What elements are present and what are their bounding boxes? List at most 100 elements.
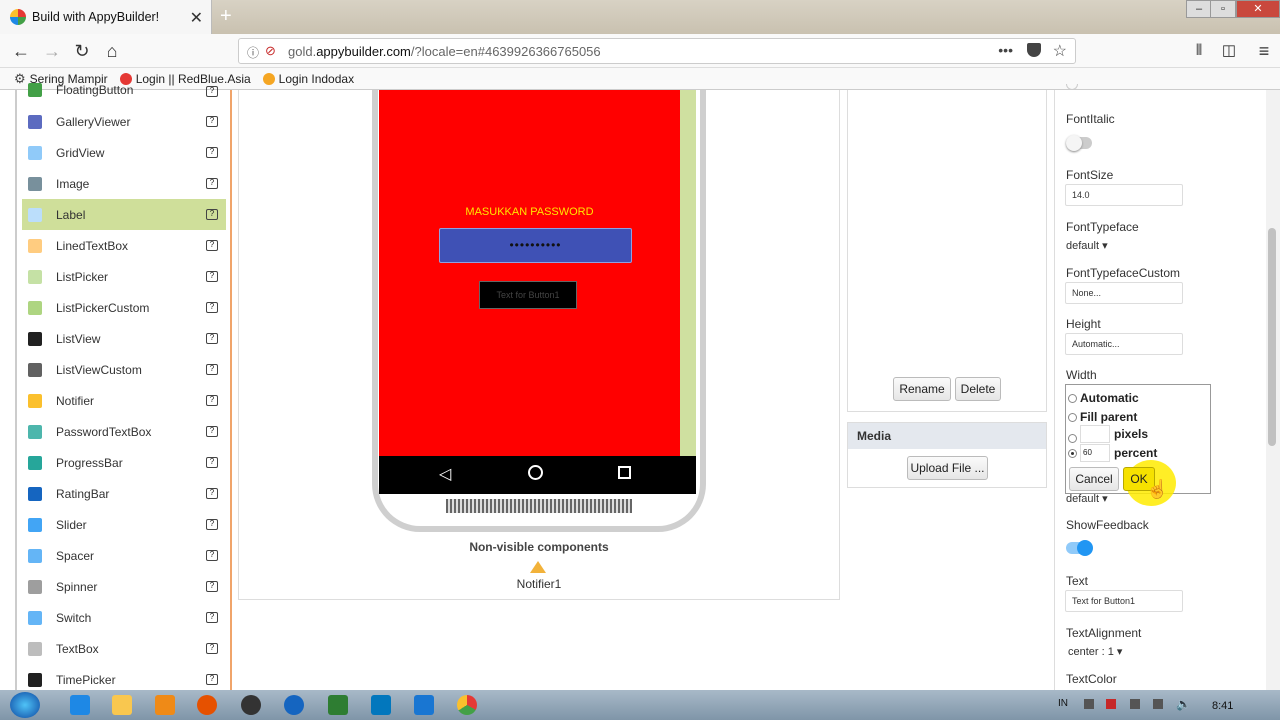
phone-screen[interactable] bbox=[379, 90, 680, 456]
palette-item-ratingbar[interactable]: RatingBar? bbox=[22, 478, 226, 509]
palette-item-passwordtextbox[interactable]: PasswordTextBox? bbox=[22, 416, 226, 447]
palette-item-floatingbutton[interactable]: FloatingButton? bbox=[22, 76, 226, 104]
media-player-icon[interactable] bbox=[155, 695, 175, 715]
help-icon[interactable]: ? bbox=[206, 457, 218, 468]
palette-item-spinner[interactable]: Spinner? bbox=[22, 571, 226, 602]
show-feedback-toggle[interactable] bbox=[1066, 540, 1093, 556]
cancel-button[interactable]: Cancel bbox=[1069, 467, 1119, 491]
upload-file-button[interactable]: Upload File ... bbox=[907, 456, 988, 480]
recorder-icon[interactable] bbox=[241, 695, 261, 715]
network-icon[interactable] bbox=[1153, 699, 1163, 709]
forward-icon[interactable]: → bbox=[41, 40, 63, 62]
font-size-input[interactable]: 14.0 bbox=[1065, 184, 1183, 206]
radio-automatic[interactable] bbox=[1068, 393, 1077, 403]
palette-item-listpicker[interactable]: ListPicker? bbox=[22, 261, 226, 292]
minimize-button[interactable]: – bbox=[1186, 0, 1212, 18]
palette-item-progressbar[interactable]: ProgressBar? bbox=[22, 447, 226, 478]
width-percent-option[interactable]: 60 percent bbox=[1068, 444, 1157, 462]
text-input[interactable]: Text for Button1 bbox=[1065, 590, 1183, 612]
percent-input[interactable]: 60 bbox=[1080, 444, 1110, 462]
reload-icon[interactable]: ↻ bbox=[71, 40, 93, 62]
radio-pixels[interactable] bbox=[1068, 434, 1077, 443]
bluetooth-icon[interactable] bbox=[284, 695, 304, 715]
width-automatic-option[interactable]: Automatic bbox=[1068, 391, 1139, 405]
sidebar-icon[interactable]: ◫ bbox=[1218, 40, 1240, 62]
tray-icon[interactable] bbox=[1130, 699, 1140, 709]
palette-item-slider[interactable]: Slider? bbox=[22, 509, 226, 540]
url-bar[interactable]: ⓘ ⊘ gold.appybuilder.com/?locale=en#4639… bbox=[238, 38, 1076, 64]
palette-item-gridview[interactable]: GridView? bbox=[22, 137, 226, 168]
home-icon[interactable]: ⌂ bbox=[101, 40, 123, 62]
help-icon[interactable]: ? bbox=[206, 271, 218, 282]
explorer-icon[interactable] bbox=[112, 695, 132, 715]
palette-item-galleryviewer[interactable]: GalleryViewer? bbox=[22, 106, 226, 137]
help-icon[interactable]: ? bbox=[206, 426, 218, 437]
help-icon[interactable]: ? bbox=[206, 147, 218, 158]
delete-button[interactable]: Delete bbox=[955, 377, 1001, 401]
word-icon[interactable] bbox=[414, 695, 434, 715]
width-fillparent-option[interactable]: Fill parent bbox=[1068, 410, 1137, 424]
maximize-button[interactable]: ▫ bbox=[1210, 0, 1236, 18]
palette-item-listpickercustom[interactable]: ListPickerCustom? bbox=[22, 292, 226, 323]
palette-item-switch[interactable]: Switch? bbox=[22, 602, 226, 633]
start-button[interactable] bbox=[10, 692, 40, 718]
radio-fillparent[interactable] bbox=[1068, 412, 1077, 422]
help-icon[interactable]: ? bbox=[206, 364, 218, 375]
bookmark-indodax[interactable]: Login Indodax bbox=[262, 72, 354, 86]
warning-icon[interactable] bbox=[530, 561, 546, 573]
new-tab-button[interactable]: + bbox=[220, 5, 232, 28]
palette-item-spacer[interactable]: Spacer? bbox=[22, 540, 226, 571]
password-textbox[interactable]: •••••••••• bbox=[439, 228, 632, 263]
photoshop-icon[interactable] bbox=[371, 695, 391, 715]
help-icon[interactable]: ? bbox=[206, 612, 218, 623]
palette-item-image[interactable]: Image? bbox=[22, 168, 226, 199]
volume-icon[interactable]: 🔈 bbox=[1176, 697, 1191, 711]
pocket-icon[interactable] bbox=[1027, 43, 1041, 57]
library-icon[interactable]: ⫴ bbox=[1188, 40, 1210, 62]
radio-percent[interactable] bbox=[1068, 448, 1077, 458]
help-icon[interactable]: ? bbox=[206, 209, 218, 220]
excel-icon[interactable] bbox=[328, 695, 348, 715]
palette-item-listview[interactable]: ListView? bbox=[22, 323, 226, 354]
button1[interactable]: Text for Button1 bbox=[479, 281, 577, 309]
help-icon[interactable]: ? bbox=[206, 86, 218, 97]
palette-item-listviewcustom[interactable]: ListViewCustom? bbox=[22, 354, 226, 385]
flag-icon[interactable] bbox=[1106, 699, 1116, 709]
help-icon[interactable]: ? bbox=[206, 395, 218, 406]
help-icon[interactable]: ? bbox=[206, 302, 218, 313]
palette-item-label[interactable]: Label? bbox=[22, 199, 226, 230]
rename-button[interactable]: Rename bbox=[893, 377, 951, 401]
notifier1-label[interactable]: Notifier1 bbox=[238, 577, 840, 591]
font-italic-toggle[interactable] bbox=[1066, 135, 1092, 151]
help-icon[interactable]: ? bbox=[206, 178, 218, 189]
tray-icon[interactable] bbox=[1084, 699, 1094, 709]
palette-item-textbox[interactable]: TextBox? bbox=[22, 633, 226, 664]
text-alignment-dropdown[interactable]: center : 1 ▾ bbox=[1068, 645, 1122, 658]
ie-icon[interactable] bbox=[70, 695, 90, 715]
help-icon[interactable]: ? bbox=[206, 643, 218, 654]
help-icon[interactable]: ? bbox=[206, 488, 218, 499]
help-icon[interactable]: ? bbox=[206, 333, 218, 344]
firefox-icon[interactable] bbox=[197, 695, 217, 715]
info-icon[interactable]: ⓘ bbox=[247, 44, 259, 61]
help-icon[interactable]: ? bbox=[206, 116, 218, 127]
menu-icon[interactable]: ≡ bbox=[1253, 40, 1275, 62]
palette-item-linedtextbox[interactable]: LinedTextBox? bbox=[22, 230, 226, 261]
chrome-icon[interactable] bbox=[457, 695, 477, 715]
back-icon[interactable]: ← bbox=[10, 40, 32, 62]
scrollbar-thumb[interactable] bbox=[1268, 228, 1276, 446]
help-icon[interactable]: ? bbox=[206, 240, 218, 251]
font-typeface-custom-input[interactable]: None... bbox=[1065, 282, 1183, 304]
help-icon[interactable]: ? bbox=[206, 550, 218, 561]
browser-tab[interactable]: Build with AppyBuilder! ✕ bbox=[0, 0, 212, 34]
pixels-input[interactable] bbox=[1080, 424, 1110, 443]
language-indicator[interactable]: IN bbox=[1058, 698, 1068, 709]
clock[interactable]: 8:41 bbox=[1212, 700, 1233, 712]
width-pixels-option[interactable]: pixels bbox=[1068, 424, 1148, 443]
help-icon[interactable]: ? bbox=[206, 674, 218, 685]
palette-item-notifier[interactable]: Notifier? bbox=[22, 385, 226, 416]
password-label[interactable]: MASUKKAN PASSWORD bbox=[379, 206, 680, 218]
help-icon[interactable]: ? bbox=[206, 581, 218, 592]
help-icon[interactable]: ? bbox=[206, 519, 218, 530]
bookmark-star-icon[interactable]: ☆ bbox=[1053, 41, 1067, 61]
